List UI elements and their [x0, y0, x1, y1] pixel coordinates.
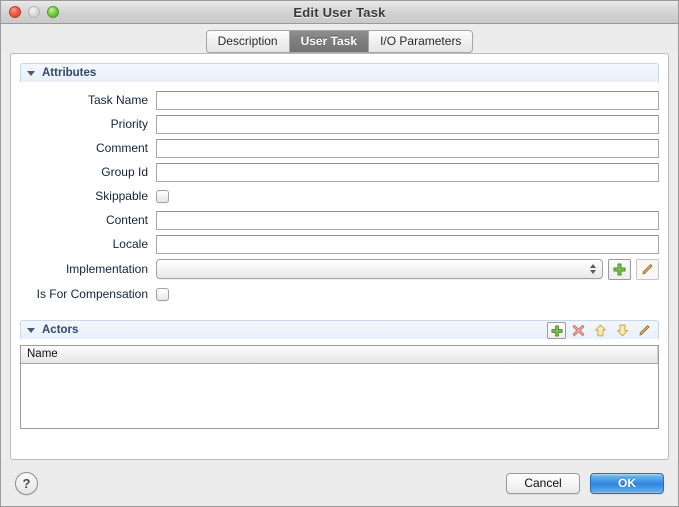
implementation-edit-button[interactable] [636, 259, 659, 280]
label-content: Content [20, 213, 156, 227]
cancel-button[interactable]: Cancel [506, 473, 580, 494]
actors-move-down-button[interactable] [613, 322, 632, 339]
comment-input[interactable] [156, 139, 659, 158]
close-button[interactable] [9, 6, 21, 18]
edit-user-task-dialog: Edit User Task Description User Task I/O… [0, 0, 679, 507]
tab-io-parameters[interactable]: I/O Parameters [369, 31, 472, 52]
skippable-checkbox[interactable] [156, 190, 169, 203]
window-title: Edit User Task [1, 5, 678, 20]
actors-edit-button[interactable] [635, 322, 654, 339]
actors-table-header: Name [21, 346, 658, 364]
arrow-up-icon [594, 324, 607, 337]
field-row-is-for-compensation: Is For Compensation [20, 282, 659, 306]
field-row-locale: Locale [20, 232, 659, 256]
label-comment: Comment [20, 141, 156, 155]
group-id-input[interactable] [156, 163, 659, 182]
actors-add-button[interactable] [547, 322, 566, 339]
chevron-down-icon[interactable] [27, 328, 35, 333]
tab-content-panel: Attributes Task Name Priority Comment Gr… [10, 53, 669, 460]
tab-group: Description User Task I/O Parameters [206, 30, 474, 53]
actors-toolbar [547, 322, 654, 339]
window-controls [9, 6, 59, 18]
implementation-controls [156, 259, 659, 280]
label-locale: Locale [20, 237, 156, 251]
x-icon [572, 324, 585, 337]
field-row-content: Content [20, 208, 659, 232]
plus-icon [551, 325, 563, 337]
minimize-button[interactable] [28, 6, 40, 18]
attributes-section-header[interactable]: Attributes [20, 63, 659, 82]
field-row-implementation: Implementation [20, 256, 659, 282]
field-row-group-id: Group Id [20, 160, 659, 184]
tab-user-task[interactable]: User Task [290, 31, 369, 52]
label-group-id: Group Id [20, 165, 156, 179]
field-row-skippable: Skippable [20, 184, 659, 208]
implementation-combo[interactable] [156, 259, 603, 279]
ok-button[interactable]: OK [590, 473, 664, 494]
tab-description[interactable]: Description [207, 31, 290, 52]
actors-section-header[interactable]: Actors [20, 320, 659, 339]
priority-input[interactable] [156, 115, 659, 134]
field-row-task-name: Task Name [20, 88, 659, 112]
chevron-down-icon[interactable] [27, 71, 35, 76]
actors-section-title: Actors [42, 324, 78, 336]
plus-icon [613, 263, 626, 276]
is-for-compensation-checkbox[interactable] [156, 288, 169, 301]
tab-bar: Description User Task I/O Parameters [1, 24, 678, 53]
task-name-input[interactable] [156, 91, 659, 110]
content-input[interactable] [156, 211, 659, 230]
label-priority: Priority [20, 117, 156, 131]
attributes-section-title: Attributes [42, 67, 96, 79]
locale-input[interactable] [156, 235, 659, 254]
help-button[interactable]: ? [15, 472, 38, 495]
label-is-for-compensation: Is For Compensation [20, 287, 156, 301]
field-row-comment: Comment [20, 136, 659, 160]
arrow-down-icon [616, 324, 629, 337]
zoom-button[interactable] [47, 6, 59, 18]
window-titlebar: Edit User Task [1, 1, 678, 24]
pencil-icon [640, 262, 655, 277]
implementation-add-button[interactable] [608, 259, 631, 280]
dialog-footer: ? Cancel OK [1, 460, 678, 506]
actors-move-up-button[interactable] [591, 322, 610, 339]
actors-delete-button[interactable] [569, 322, 588, 339]
field-row-priority: Priority [20, 112, 659, 136]
pencil-icon [637, 323, 652, 338]
label-implementation: Implementation [20, 262, 156, 276]
stepper-arrows-icon[interactable] [590, 264, 596, 274]
actors-table-body[interactable] [21, 364, 658, 429]
actors-table[interactable]: Name [20, 345, 659, 429]
attributes-form: Task Name Priority Comment Group Id Skip… [11, 82, 668, 306]
label-task-name: Task Name [20, 93, 156, 107]
label-skippable: Skippable [20, 189, 156, 203]
column-header-name[interactable]: Name [21, 346, 658, 363]
footer-button-group: Cancel OK [506, 473, 664, 494]
